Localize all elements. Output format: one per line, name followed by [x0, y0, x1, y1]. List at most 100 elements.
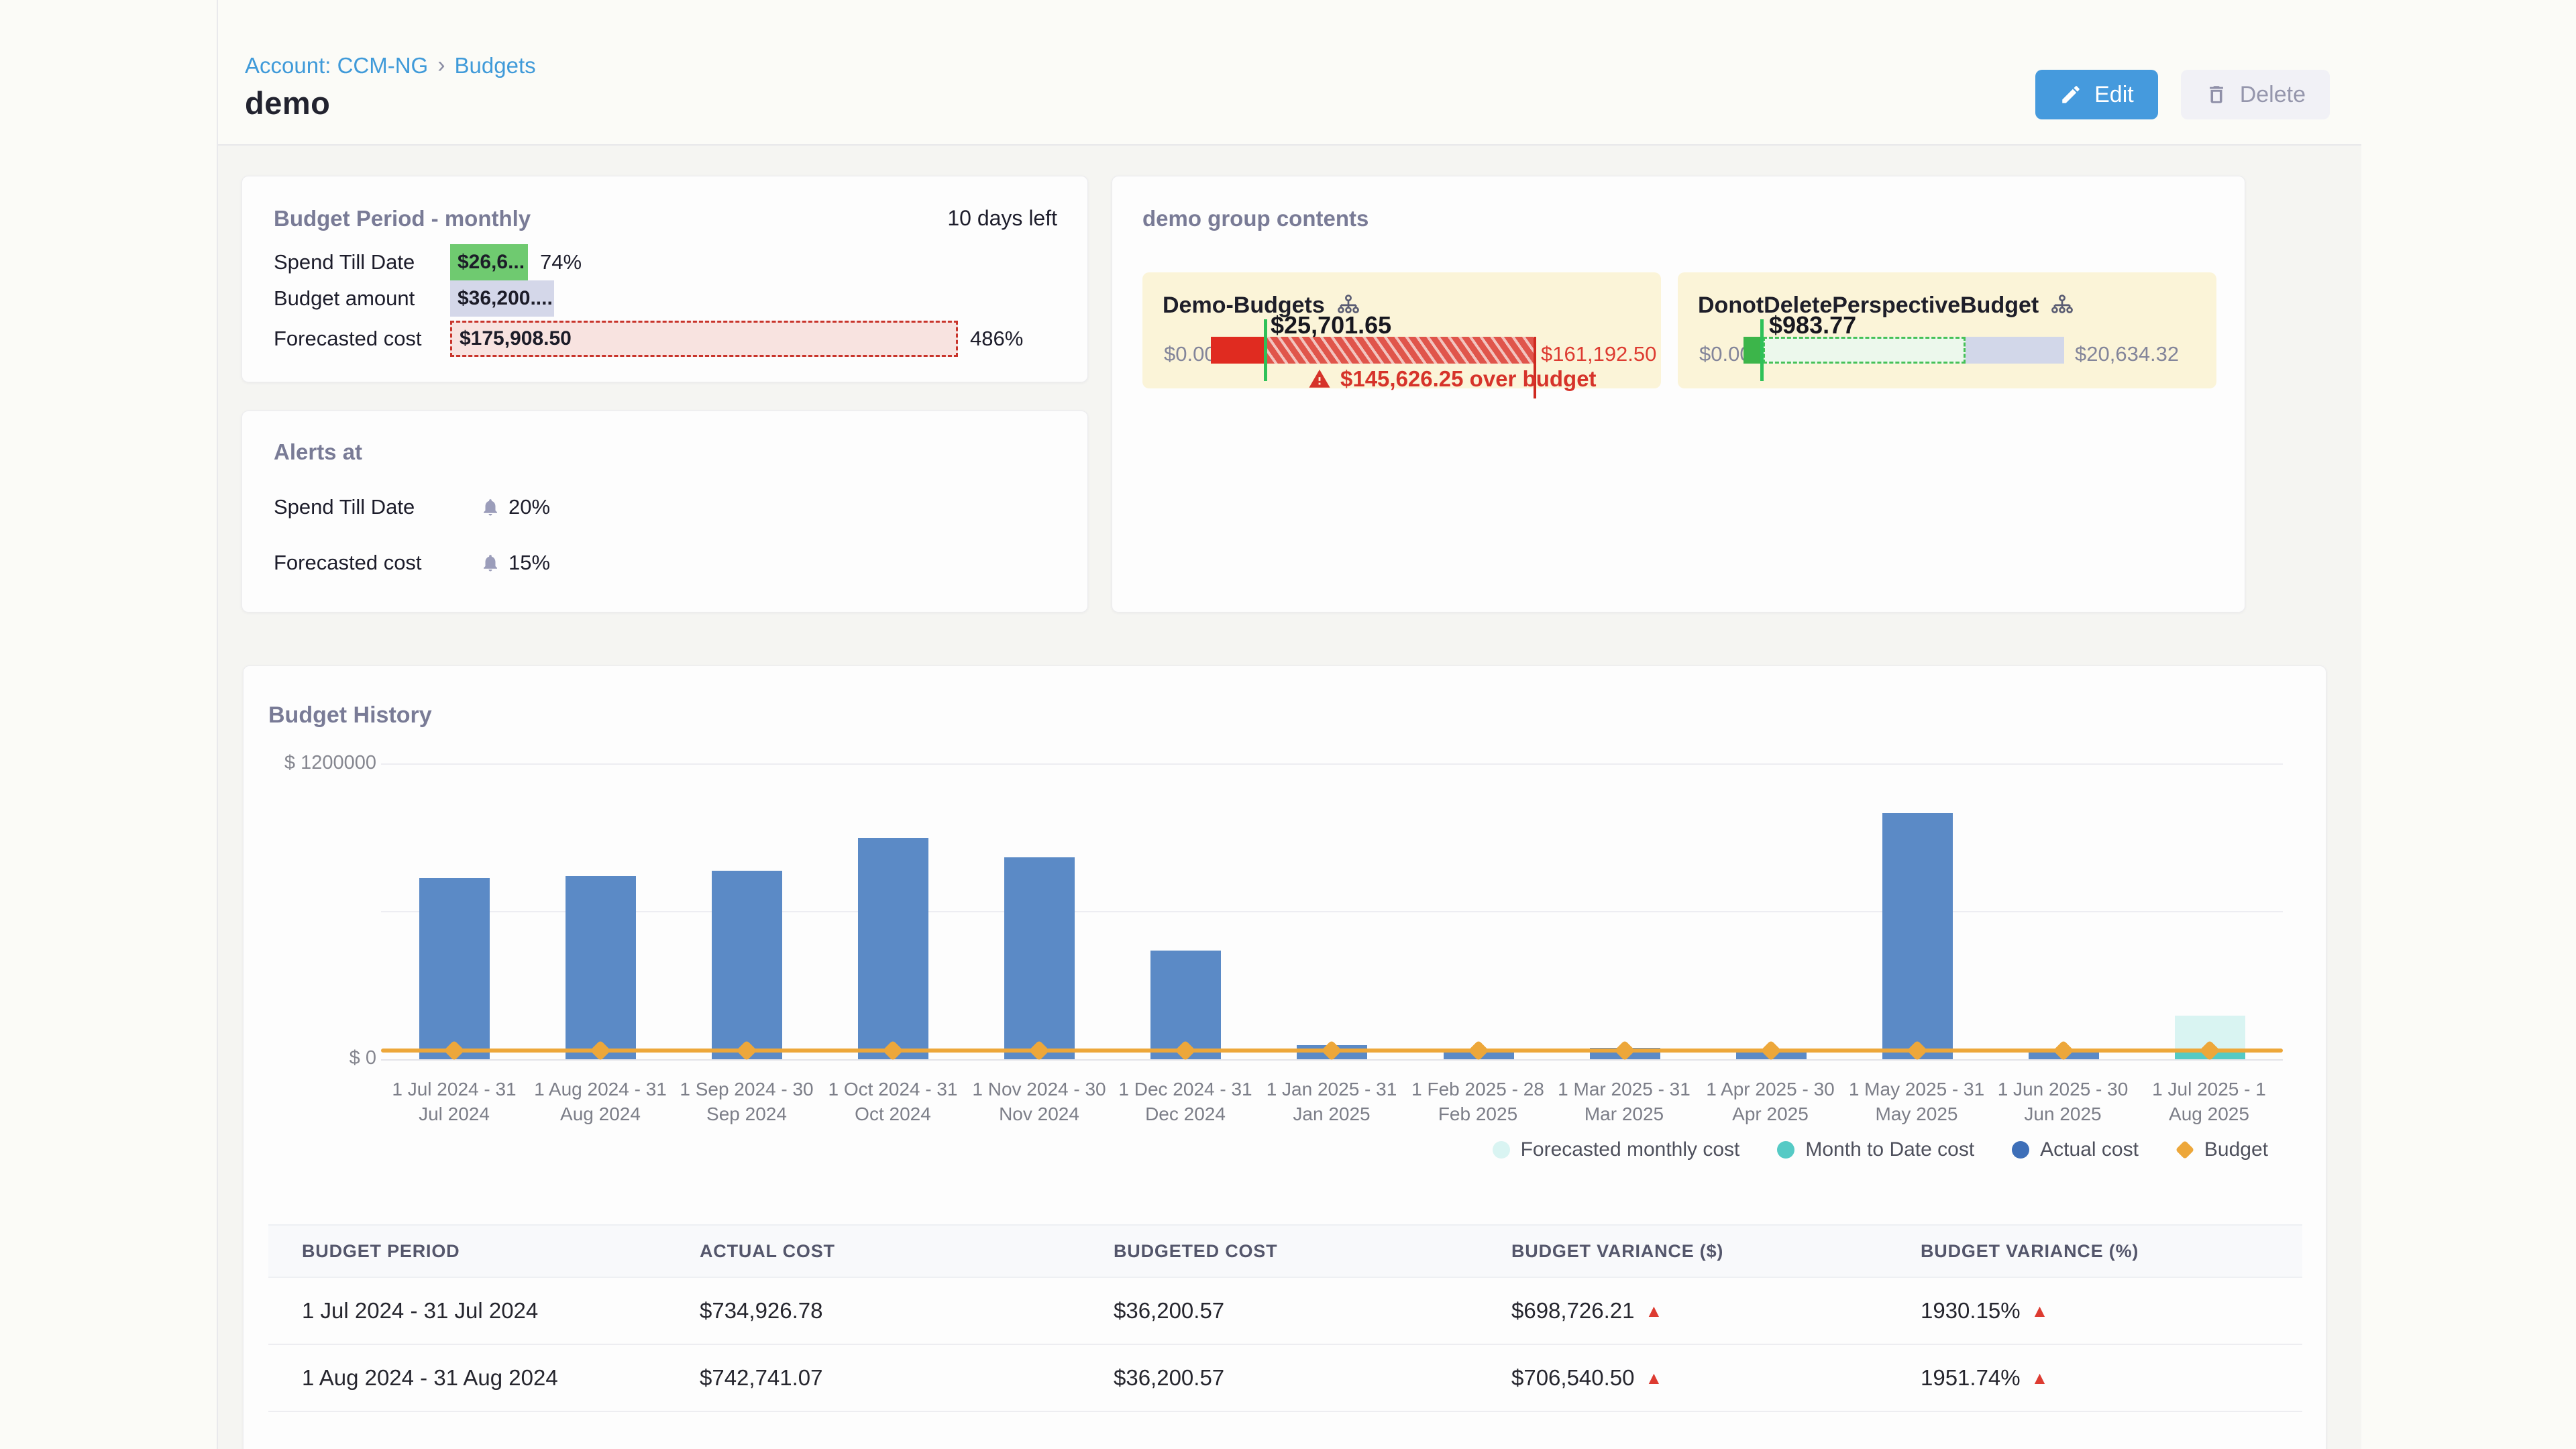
triangle-up-icon: ▲: [2031, 1368, 2049, 1389]
actual-cost-bar[interactable]: [858, 838, 928, 1059]
x-axis-tick-label: 1 Feb 2025 - 28Feb 2025: [1405, 1077, 1551, 1126]
x-axis-tick-label: 1 Jul 2024 - 31Jul 2024: [381, 1077, 527, 1126]
group-item-demo-budgets[interactable]: Demo-Budgets $25,701.65 $0.00: [1142, 272, 1661, 388]
spend-till-date-bar: $26,6...: [450, 244, 528, 280]
x-axis-tick-label: 1 Jun 2025 - 30Jun 2025: [1990, 1077, 2136, 1126]
forecasted-cost-label: Forecasted cost: [274, 327, 450, 351]
x-axis-tick-label: 1 Oct 2024 - 31Oct 2024: [820, 1077, 966, 1126]
table-row: 1 Jul 2024 - 31 Jul 2024$734,926.78$36,2…: [268, 1277, 2302, 1344]
budget-amount-bar: $36,200....: [450, 280, 554, 317]
alert-row-forecast: Forecasted cost 15%: [274, 549, 550, 577]
budget-period-card: Budget Period - monthly 10 days left Spe…: [241, 176, 1088, 382]
over-budget-text: $145,626.25 over budget: [1308, 366, 1597, 392]
header-actions: Edit Delete: [2035, 70, 2330, 119]
group-item-max-label: $161,192.50: [1541, 342, 1656, 366]
forecasted-monthly-cost-marker-icon: [1493, 1141, 1510, 1159]
x-axis-labels: 1 Jul 2024 - 31Jul 20241 Aug 2024 - 31Au…: [381, 1077, 2283, 1126]
budget-period-title: Budget Period - monthly: [274, 206, 531, 231]
page-title: demo: [245, 85, 330, 121]
table-column-header: BUDGET VARIANCE (%): [1887, 1225, 2302, 1277]
budget-variance-usd-cell: $698,726.21▲: [1478, 1277, 1887, 1344]
edit-button[interactable]: Edit: [2035, 70, 2158, 119]
x-axis-tick-label: 1 Aug 2024 - 31Aug 2024: [527, 1077, 674, 1126]
alert-spend-percent: 20%: [508, 495, 550, 519]
x-axis-tick-label: 1 May 2025 - 31May 2025: [1843, 1077, 1990, 1126]
trash-icon: [2205, 83, 2228, 106]
breadcrumb: Account: CCM-NG › Budgets: [245, 52, 536, 78]
legend-item-actual[interactable]: Actual cost: [2012, 1138, 2139, 1161]
x-axis-tick-label: 1 Mar 2025 - 31Mar 2025: [1551, 1077, 1697, 1126]
actual-cost-cell: $734,926.78: [666, 1277, 1080, 1344]
table-column-header: BUDGET PERIOD: [268, 1225, 666, 1277]
actual-cost-bar[interactable]: [712, 871, 782, 1059]
pencil-icon: [2059, 83, 2082, 106]
month-to-date-cost-marker-icon: [1777, 1141, 1794, 1159]
bell-icon: [480, 551, 500, 574]
spend-till-date-row: Spend Till Date $26,6... 74%: [274, 244, 1067, 280]
breadcrumb-budgets-link[interactable]: Budgets: [455, 53, 536, 78]
delete-button-label: Delete: [2240, 82, 2306, 108]
budget-history-chart: [381, 763, 2283, 1061]
group-item-budget-bar: [1743, 337, 2064, 364]
page-content: Budget Period - monthly 10 days left Spe…: [218, 146, 2361, 1449]
budget-variance-pct-cell: 1951.74%▲: [1887, 1344, 2302, 1411]
x-axis-tick-label: 1 Nov 2024 - 30Nov 2024: [966, 1077, 1112, 1126]
actual-cost-bar[interactable]: [419, 878, 490, 1059]
actual-cost-bar[interactable]: [1004, 857, 1075, 1059]
y-axis-label-max: $ 1200000: [264, 752, 376, 774]
forecasted-cost-row: Forecasted cost $175,908.50 486%: [274, 321, 1067, 357]
group-contents-card: demo group contents Demo-Budgets $25,701…: [1112, 176, 2245, 612]
chart-legend: Forecasted monthly cost Month to Date co…: [1493, 1138, 2268, 1161]
x-axis-tick-label: 1 Jan 2025 - 31Jan 2025: [1258, 1077, 1405, 1126]
actual-cost-cell: $742,741.07: [666, 1344, 1080, 1411]
triangle-up-icon: ▲: [1646, 1301, 1663, 1322]
table-column-header: BUDGETED COST: [1080, 1225, 1478, 1277]
budget-variance-pct-cell: 1930.15%▲: [1887, 1277, 2302, 1344]
budget-variance-usd-cell: $706,540.50▲: [1478, 1344, 1887, 1411]
group-item-budget-bar: [1211, 337, 1535, 364]
bell-icon: [480, 496, 500, 519]
forecasted-cost-bar: $175,908.50: [450, 321, 958, 357]
breadcrumb-account-link[interactable]: Account: CCM-NG: [245, 53, 428, 78]
alert-spend-label: Spend Till Date: [274, 495, 480, 519]
legend-item-month-to-date[interactable]: Month to Date cost: [1777, 1138, 1974, 1161]
actual-cost-bar[interactable]: [1882, 813, 1953, 1059]
budget-amount-label: Budget amount: [274, 286, 450, 311]
spend-till-date-label: Spend Till Date: [274, 250, 450, 274]
alert-forecast-percent: 15%: [508, 551, 550, 575]
group-item-current-value: $983.77: [1769, 311, 1856, 339]
triangle-up-icon: ▲: [2031, 1301, 2049, 1322]
table-column-header: BUDGET VARIANCE ($): [1478, 1225, 1887, 1277]
budget-period-cell: 1 Jul 2024 - 31 Jul 2024: [268, 1277, 666, 1344]
main-panel: Account: CCM-NG › Budgets demo Edit Dele…: [217, 0, 2361, 1449]
budget-history-table: BUDGET PERIODACTUAL COSTBUDGETED COSTBUD…: [268, 1224, 2302, 1412]
hierarchy-icon: [2049, 293, 2075, 319]
group-item-min-label: $0.00: [1164, 342, 1216, 366]
y-axis-label-zero: $ 0: [264, 1047, 376, 1069]
group-item-current-value: $25,701.65: [1271, 311, 1391, 339]
breadcrumb-separator-icon: ›: [437, 52, 445, 78]
actual-cost-bar[interactable]: [566, 876, 636, 1059]
budget-period-cell: 1 Aug 2024 - 31 Aug 2024: [268, 1344, 666, 1411]
x-axis-tick-label: 1 Apr 2025 - 30Apr 2025: [1697, 1077, 1843, 1126]
legend-item-forecasted[interactable]: Forecasted monthly cost: [1493, 1138, 1740, 1161]
delete-button[interactable]: Delete: [2181, 70, 2330, 119]
x-axis-tick-label: 1 Sep 2024 - 30Sep 2024: [674, 1077, 820, 1126]
budget-history-title: Budget History: [268, 702, 432, 729]
table-header-row: BUDGET PERIODACTUAL COSTBUDGETED COSTBUD…: [268, 1225, 2302, 1277]
group-item-max-label: $20,634.32: [2075, 342, 2179, 366]
table-column-header: ACTUAL COST: [666, 1225, 1080, 1277]
group-item-donotdelete[interactable]: DonotDeletePerspectiveBudget $983.77 $0.…: [1678, 272, 2216, 388]
forecasted-cost-percent: 486%: [970, 327, 1023, 351]
alert-row-spend: Spend Till Date 20%: [274, 493, 550, 521]
budget-marker-icon: [2176, 1140, 2194, 1159]
legend-item-budget[interactable]: Budget: [2176, 1138, 2268, 1161]
warning-triangle-icon: [1308, 368, 1331, 390]
budgeted-cost-cell: $36,200.57: [1080, 1277, 1478, 1344]
alerts-card: Alerts at Spend Till Date 20% Forecasted…: [241, 411, 1088, 612]
x-axis-tick-label: 1 Dec 2024 - 31Dec 2024: [1112, 1077, 1258, 1126]
edit-button-label: Edit: [2094, 82, 2134, 108]
group-item-name: DonotDeletePerspectiveBudget: [1698, 292, 2039, 319]
table-row: 1 Aug 2024 - 31 Aug 2024$742,741.07$36,2…: [268, 1344, 2302, 1411]
spend-till-date-percent: 74%: [540, 250, 582, 274]
